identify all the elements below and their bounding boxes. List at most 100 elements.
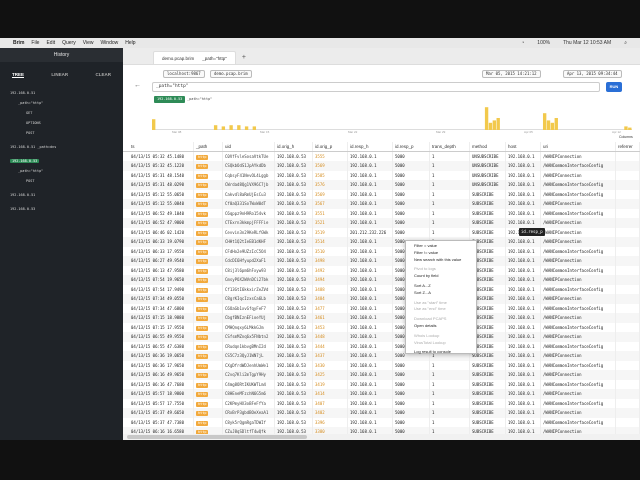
context-menu-item[interactable]: New search with this value — [406, 257, 476, 264]
table-cell[interactable]: 5000 — [393, 398, 430, 408]
table-cell[interactable]: 192.168.0.53 — [275, 322, 313, 332]
table-cell[interactable]: C8yk5rQgmRgaTDWIf — [223, 417, 275, 427]
table-cell[interactable]: 1 — [430, 170, 470, 180]
table-cell[interactable]: 5000 — [393, 417, 430, 427]
table-cell[interactable]: CXgDfrdWDJenhUmWe1 — [223, 360, 275, 370]
table-cell[interactable]: 3444 — [313, 341, 348, 351]
table-cell[interactable]: 192.168.0.1 — [506, 265, 541, 275]
context-menu-item[interactable]: Count by field — [406, 273, 476, 280]
table-cell[interactable]: 192.168.0.1 — [506, 379, 541, 389]
table-cell[interactable] — [616, 170, 640, 180]
table-cell[interactable]: 192.168.0.1 — [348, 265, 393, 275]
context-menu-item[interactable]: Open details — [406, 323, 476, 330]
table-cell[interactable] — [616, 398, 640, 408]
time-to[interactable]: Apr 13, 2015 09:34:44 — [563, 70, 622, 78]
table-cell[interactable] — [616, 237, 640, 247]
menu-view[interactable]: View — [83, 40, 94, 46]
table-cell[interactable]: 192.168.0.1 — [348, 246, 393, 256]
table-cell[interactable] — [616, 284, 640, 294]
table-cell[interactable]: 3569 — [313, 189, 348, 199]
table-cell[interactable]: SUBSCRIBE — [470, 417, 506, 427]
menu-query[interactable]: Query — [62, 40, 76, 46]
table-cell[interactable]: 04/13/15 06:55 47.6380 — [123, 341, 194, 351]
column-header-referrer[interactable]: referrer — [616, 142, 640, 151]
table-cell[interactable] — [616, 360, 640, 370]
column-header-uid[interactable]: uid — [223, 142, 275, 151]
table-cell[interactable] — [616, 332, 640, 342]
table-cell[interactable]: http — [194, 161, 223, 171]
table-row[interactable]: 04/13/15 06:55 47.6380 http CRudqn1kbvgBMn… — [123, 341, 640, 351]
table-cell[interactable]: 192.168.0.53 — [275, 417, 313, 427]
table-cell[interactable] — [616, 151, 640, 161]
menu-edit[interactable]: Edit — [46, 40, 55, 46]
column-header-id-resp-p[interactable]: id.resp_p — [393, 142, 430, 151]
table-cell[interactable]: 04/13/15 05:57 18.9800 — [123, 389, 194, 399]
table-cell[interactable]: 04/13/15 07:15 17.9550 — [123, 322, 194, 332]
table-cell[interactable]: 192.168.0.1 — [348, 189, 393, 199]
table-cell[interactable]: 3461 — [313, 313, 348, 323]
table-cell[interactable]: SUBSCRIBE — [470, 398, 506, 408]
column-header-id-orig-p[interactable]: id.orig_p — [313, 142, 348, 151]
table-cell[interactable]: 192.168.0.1 — [348, 332, 393, 342]
horizontal-scrollbar[interactable] — [123, 434, 640, 440]
table-cell[interactable] — [616, 322, 640, 332]
table-cell[interactable]: 3488 — [313, 284, 348, 294]
table-cell[interactable]: SUBSCRIBE — [470, 199, 506, 209]
table-cell[interactable]: 192.168.0.53 — [275, 284, 313, 294]
table-cell[interactable]: 192.168.0.1 — [506, 408, 541, 418]
table-cell[interactable]: 5000 — [393, 199, 430, 209]
table-row[interactable]: 04/13/15 06:46 02.1420 http Cevvin3n29KeRL… — [123, 227, 640, 237]
history-node[interactable]: _path="http" — [10, 166, 123, 176]
table-cell[interactable]: 192.168.0.1 — [348, 408, 393, 418]
table-cell[interactable]: 192.168.0.53 — [275, 237, 313, 247]
table-cell[interactable]: 04/13/15 07:54 17.9490 — [123, 284, 194, 294]
history-node[interactable]: _path="http" — [10, 98, 123, 108]
table-cell[interactable]: 192.168.0.1 — [506, 398, 541, 408]
table-cell[interactable]: 04/13/15 06:36 17.9650 — [123, 360, 194, 370]
table-cell[interactable]: http — [194, 265, 223, 275]
table-cell[interactable]: 1 — [430, 379, 470, 389]
table-cell[interactable]: SUBSCRIBE — [470, 218, 506, 228]
table-cell[interactable]: SUBSCRIBE — [470, 389, 506, 399]
table-row[interactable]: 04/13/15 05:32 45.1480 http C0VfFvleSosaVt… — [123, 151, 640, 161]
table-cell[interactable]: /WANCommonInterfaceConfig — [541, 161, 616, 171]
table-cell[interactable]: /WANCommonInterfaceConfig — [541, 341, 616, 351]
table-cell[interactable]: 192.168.0.1 — [506, 360, 541, 370]
table-cell[interactable]: 192.168.0.53 — [275, 170, 313, 180]
table-cell[interactable]: 192.168.0.1 — [348, 275, 393, 285]
table-cell[interactable]: http — [194, 284, 223, 294]
table-cell[interactable]: /WANCommonInterfaceConfig — [541, 265, 616, 275]
table-cell[interactable]: 192.168.0.1 — [348, 237, 393, 247]
table-cell[interactable]: CMHQnqxy6LMkkGJm — [223, 322, 275, 332]
context-menu-item[interactable]: Log result to console — [406, 349, 476, 356]
table-cell[interactable]: 04/13/15 05:31 48.0290 — [123, 180, 194, 190]
table-cell[interactable]: 192.168.0.53 — [275, 303, 313, 313]
table-cell[interactable]: 192.168.0.1 — [348, 303, 393, 313]
table-cell[interactable]: 1 — [430, 161, 470, 171]
table-cell[interactable]: 192.168.0.1 — [348, 313, 393, 323]
table-cell[interactable]: /WANIPConnection — [541, 408, 616, 418]
table-cell[interactable]: 192.168.0.53 — [275, 332, 313, 342]
table-cell[interactable]: 3551 — [313, 208, 348, 218]
table-cell[interactable]: http — [194, 398, 223, 408]
table-cell[interactable]: 1 — [430, 227, 470, 237]
table-cell[interactable] — [616, 341, 640, 351]
table-row[interactable]: 04/13/15 06:16 49.9650 http C2vq7Kli2mTgpY… — [123, 370, 640, 380]
table-cell[interactable]: 192.168.0.1 — [348, 370, 393, 380]
table-cell[interactable]: 192.168.0.1 — [506, 237, 541, 247]
table-cell[interactable]: 192.168.0.53 — [275, 265, 313, 275]
table-cell[interactable]: http — [194, 256, 223, 266]
table-cell[interactable]: 1 — [430, 218, 470, 228]
table-cell[interactable]: UNSUBSCRIBE — [470, 151, 506, 161]
table-row[interactable]: 04/13/15 07:15 18.9880 http CbgfBNIznEFioe… — [123, 313, 640, 323]
table-cell[interactable]: /WANIPConnection — [541, 218, 616, 228]
column-header-host[interactable]: host — [506, 142, 541, 151]
table-cell[interactable]: C8ij3l6pm6hFxyw93 — [223, 265, 275, 275]
table-cell[interactable]: 04/13/15 06:13 47.9580 — [123, 265, 194, 275]
table-cell[interactable]: 192.168.0.1 — [506, 341, 541, 351]
table-cell[interactable]: 192.168.0.53 — [275, 408, 313, 418]
table-cell[interactable] — [616, 313, 640, 323]
table-cell[interactable]: 3567 — [313, 199, 348, 209]
table-cell[interactable]: http — [194, 208, 223, 218]
table-cell[interactable]: 5000 — [393, 379, 430, 389]
